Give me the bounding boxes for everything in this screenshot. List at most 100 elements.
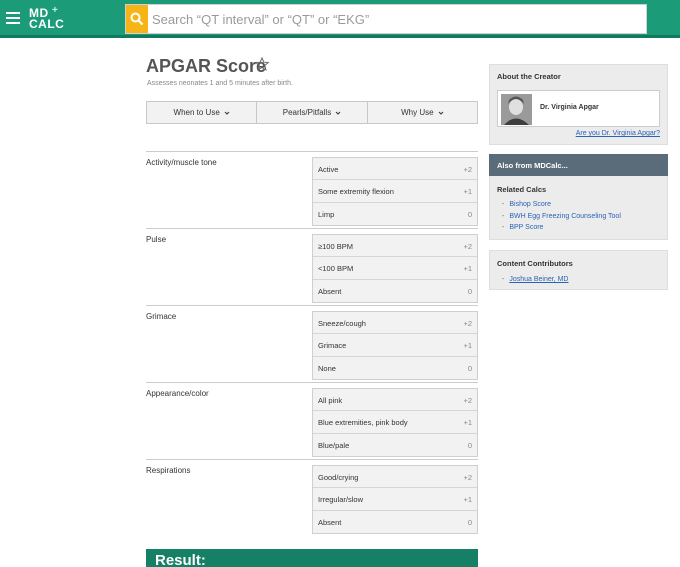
option-label: Active — [318, 165, 339, 174]
result-panel: Result: — [146, 549, 478, 567]
option-label: None — [318, 363, 336, 373]
option-button[interactable]: Active +2 — [313, 158, 477, 181]
option-label: <100 BPM — [318, 264, 354, 274]
search-button[interactable] — [126, 5, 148, 33]
tab-why-use[interactable]: Why Use — [368, 102, 477, 123]
also-from-title: Also from MDCalc... — [497, 161, 568, 170]
option-label: Limp — [318, 209, 335, 219]
option-label: Some extremity flexion — [318, 187, 394, 197]
related-calcs-title: Related Calcs — [497, 185, 547, 194]
criterion-respirations: Respirations Good/crying +2 Irregular/slo… — [146, 459, 478, 536]
creator-claim-link[interactable]: Are you Dr. Virginia Apgar? — [576, 130, 660, 137]
option-group: Active +2 Some extremity flexion +1 Limp 0 — [312, 157, 478, 226]
criterion-pulse: Pulse ≥100 BPM +2 <100 BPM +1 Absent 0 — [146, 228, 478, 305]
result-label: Result: — [155, 552, 206, 567]
option-label: ≥100 BPM — [318, 242, 353, 251]
related-link-bpp[interactable]: BPP Score — [509, 224, 543, 231]
option-button[interactable]: Irregular/slow +1 — [313, 488, 477, 511]
option-button[interactable]: Absent 0 — [313, 510, 477, 533]
tab-when-to-use[interactable]: When to Use — [147, 102, 258, 123]
option-button[interactable]: All pink +2 — [313, 389, 477, 412]
menu-icon[interactable] — [6, 12, 20, 24]
avatar — [501, 94, 532, 125]
option-button[interactable]: Blue/pale 0 — [313, 433, 477, 456]
search-input[interactable] — [152, 10, 632, 28]
option-button[interactable]: <100 BPM +1 — [313, 257, 477, 280]
tab-label: Why Use — [401, 108, 434, 117]
option-label: All pink — [318, 396, 343, 405]
option-group: Sneeze/cough +2 Grimace +1 None 0 — [312, 311, 478, 380]
option-label: Blue extremities, pink body — [318, 418, 408, 428]
option-button[interactable]: Sneeze/cough +2 — [313, 312, 477, 335]
list-item: - Bishop Score — [502, 201, 551, 208]
tab-label: When to Use — [173, 108, 220, 117]
list-item: - BWH Egg Freezing Counseling Tool — [502, 213, 621, 220]
option-points: 0 — [467, 517, 472, 527]
contributors-card: Content Contributors - Joshua Beiner, MD — [489, 250, 668, 290]
tab-label: Pearls/Pitfalls — [282, 108, 332, 117]
option-group: All pink +2 Blue extremities, pink body +1… — [312, 388, 478, 457]
creator-name: Dr. Virginia Apgar — [540, 104, 599, 111]
chevron-down-icon — [224, 111, 230, 115]
option-group: ≥100 BPM +2 <100 BPM +1 Absent 0 — [312, 234, 478, 303]
option-label: Absent — [318, 286, 342, 296]
option-button[interactable]: Absent 0 — [313, 279, 477, 302]
search-bar — [125, 4, 647, 34]
criteria-list: Activity/muscle tone Active +2 Some extre… — [146, 151, 478, 536]
option-button[interactable]: Good/crying +2 — [313, 466, 477, 489]
criterion-activity: Activity/muscle tone Active +2 Some extre… — [146, 151, 478, 228]
criterion-appearance: Appearance/color All pink +2 Blue extremi… — [146, 382, 478, 459]
option-label: Good/crying — [318, 473, 359, 482]
about-creator-title: About the Creator — [497, 72, 561, 81]
criterion-grimace: Grimace Sneeze/cough +2 Grimace +1 None 0 — [146, 305, 478, 382]
criterion-label: Activity/muscle tone — [146, 158, 217, 167]
top-bar: MD CALC + — [0, 0, 680, 38]
option-points: 0 — [467, 286, 472, 296]
option-button[interactable]: Blue extremities, pink body +1 — [313, 411, 477, 434]
contributor-link[interactable]: Joshua Beiner, MD — [509, 276, 568, 283]
creator-photo — [501, 94, 532, 125]
chevron-down-icon — [335, 111, 341, 115]
list-item: - BPP Score — [502, 224, 544, 231]
option-button[interactable]: Grimace +1 — [313, 334, 477, 357]
option-points: 0 — [467, 440, 472, 450]
criterion-label: Appearance/color — [146, 389, 209, 398]
criterion-label: Pulse — [146, 235, 167, 244]
option-button[interactable]: ≥100 BPM +2 — [313, 235, 477, 258]
option-points: +1 — [463, 341, 472, 351]
option-group: Good/crying +2 Irregular/slow +1 Absent 0 — [312, 465, 478, 534]
option-label: Sneeze/cough — [318, 319, 366, 328]
option-label: Absent — [318, 517, 342, 527]
option-points: 0 — [467, 209, 472, 219]
option-points: +2 — [463, 242, 472, 251]
option-label: Grimace — [318, 341, 347, 351]
option-label: Irregular/slow — [318, 495, 364, 505]
page-subtitle: Assesses neonates 1 and 5 minutes after … — [147, 80, 293, 87]
logo-line2: CALC — [29, 17, 65, 31]
info-tabs: When to Use Pearls/Pitfalls Why Use — [146, 101, 478, 124]
option-points: +1 — [463, 418, 472, 428]
option-points: +1 — [463, 187, 472, 197]
option-points: +1 — [463, 264, 472, 274]
tab-pearls-pitfalls[interactable]: Pearls/Pitfalls — [257, 102, 368, 123]
related-link-bwh[interactable]: BWH Egg Freezing Counseling Tool — [509, 213, 621, 220]
option-points: +2 — [463, 165, 472, 174]
also-from-header: Also from MDCalc... — [489, 154, 668, 176]
about-creator-card: About the Creator Dr. Virginia Apgar Are… — [489, 64, 668, 145]
option-button[interactable]: Some extremity flexion +1 — [313, 180, 477, 203]
chevron-down-icon — [438, 111, 443, 115]
mdcalc-logo[interactable]: MD CALC + — [29, 5, 65, 31]
option-points: +2 — [463, 473, 472, 482]
logo-plus: + — [52, 5, 59, 16]
star-icon[interactable] — [255, 57, 269, 71]
option-points: 0 — [467, 363, 472, 373]
related-link-bishop[interactable]: Bishop Score — [509, 201, 551, 208]
option-button[interactable]: None 0 — [313, 356, 477, 379]
criterion-label: Respirations — [146, 466, 191, 475]
option-label: Blue/pale — [318, 440, 350, 450]
creator-box: Dr. Virginia Apgar — [497, 90, 660, 127]
page-title: APGAR Score — [146, 56, 267, 76]
option-button[interactable]: Limp 0 — [313, 202, 477, 225]
list-item: - Joshua Beiner, MD — [502, 276, 569, 283]
option-points: +2 — [463, 319, 472, 328]
